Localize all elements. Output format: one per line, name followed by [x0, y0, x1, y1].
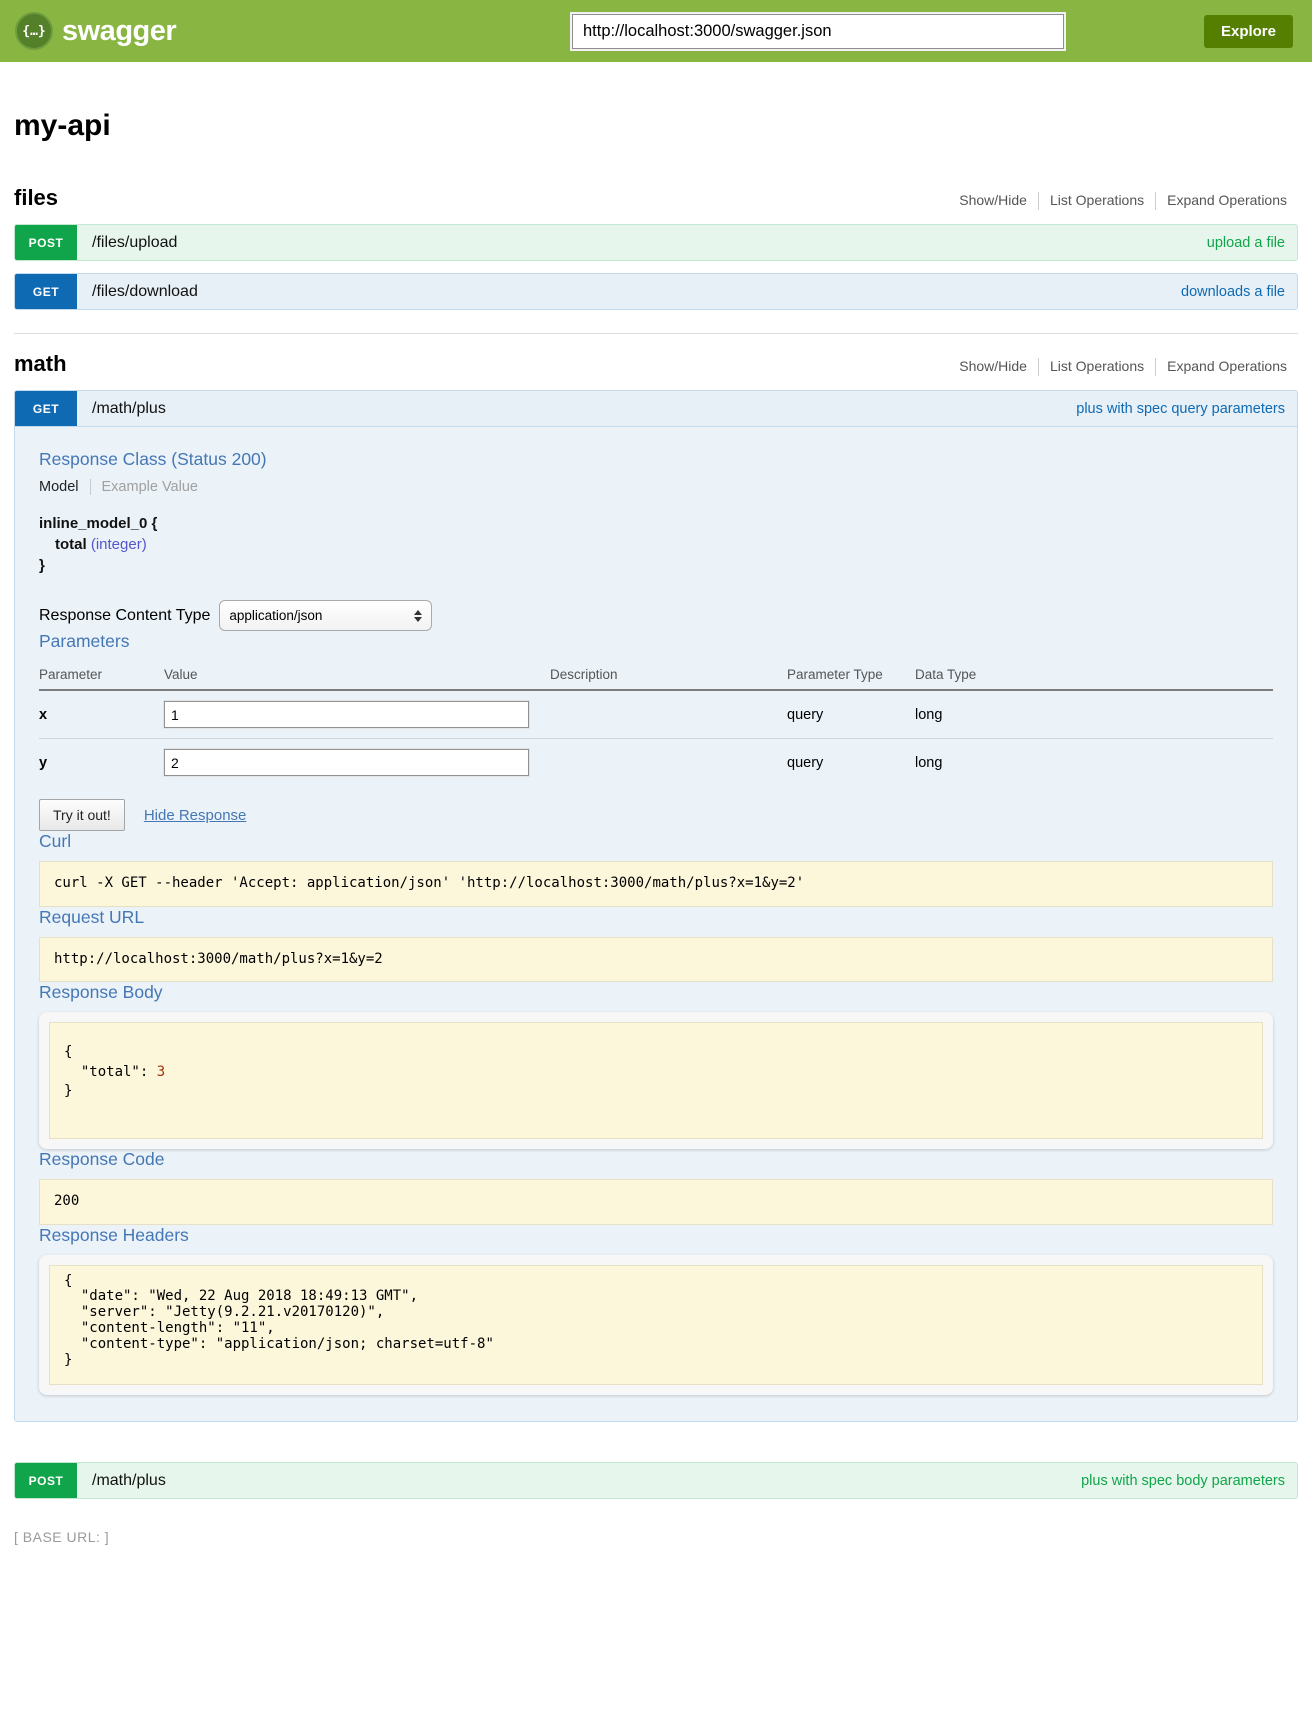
- operation-path-link[interactable]: /math/plus: [92, 400, 166, 418]
- json-text: }: [64, 1083, 72, 1099]
- param-description-cell: [550, 690, 787, 739]
- request-url-block: http://localhost:3000/math/plus?x=1&y=2: [39, 937, 1273, 983]
- list-operations-link[interactable]: List Operations: [1050, 192, 1144, 208]
- response-body-container: { "total": 3 }: [39, 1012, 1273, 1149]
- method-badge: POST: [15, 225, 77, 260]
- model-close: }: [39, 557, 1273, 574]
- method-badge: GET: [15, 274, 77, 309]
- page-title: my-api: [14, 109, 1298, 143]
- operation-heading[interactable]: GET /math/plus plus with spec query para…: [14, 390, 1298, 427]
- explore-button[interactable]: Explore: [1204, 15, 1293, 48]
- method-badge: GET: [15, 391, 77, 426]
- base-url-label: [ BASE URL: ]: [14, 1529, 1298, 1545]
- json-text: { "total":: [64, 1044, 157, 1080]
- operation-row-post-math-plus: POST /math/plus plus with spec body para…: [14, 1462, 1298, 1499]
- parameter-row-y: y query long: [39, 739, 1273, 787]
- resource-math: math Show/Hide List Operations Expand Op…: [14, 351, 1298, 1499]
- param-data-type: long: [915, 739, 1273, 787]
- parameter-row-x: x query long: [39, 690, 1273, 739]
- hide-response-link[interactable]: Hide Response: [144, 807, 247, 824]
- swagger-braces-icon: {…}: [15, 12, 53, 50]
- try-it-out-button[interactable]: Try it out!: [39, 799, 125, 831]
- list-operations-link[interactable]: List Operations: [1050, 358, 1144, 374]
- model-signature: inline_model_0 { total (integer) }: [39, 515, 1273, 574]
- expand-operations-link[interactable]: Expand Operations: [1167, 358, 1287, 374]
- response-class-heading: Response Class (Status 200): [39, 449, 1273, 470]
- operation-heading[interactable]: GET /files/download downloads a file: [14, 273, 1298, 310]
- show-hide-link[interactable]: Show/Hide: [959, 358, 1027, 374]
- column-description: Description: [550, 661, 787, 690]
- param-y-value-input[interactable]: [164, 749, 529, 776]
- swagger-logo-text: swagger: [62, 15, 176, 48]
- response-code-heading: Response Code: [39, 1149, 1273, 1170]
- json-number-value: 3: [157, 1064, 165, 1080]
- param-data-type: long: [915, 690, 1273, 739]
- page-content: my-api files Show/Hide List Operations E…: [0, 109, 1312, 1579]
- response-body-block: { "total": 3 }: [49, 1022, 1263, 1139]
- curl-heading: Curl: [39, 831, 1273, 852]
- param-description-cell: [550, 739, 787, 787]
- show-hide-link[interactable]: Show/Hide: [959, 192, 1027, 208]
- column-data-type: Data Type: [915, 661, 1273, 690]
- method-badge: POST: [15, 1463, 77, 1498]
- expand-operations-link[interactable]: Expand Operations: [1167, 192, 1287, 208]
- model-tabs: Model Example Value: [39, 479, 1273, 495]
- parameters-header-row: Parameter Value Description Parameter Ty…: [39, 661, 1273, 690]
- tab-example-value[interactable]: Example Value: [91, 479, 198, 495]
- operation-row-get-files-download: GET /files/download downloads a file: [14, 273, 1298, 310]
- response-content-type-select[interactable]: application/json: [219, 600, 432, 631]
- model-property-type: (integer): [91, 536, 147, 553]
- parameters-heading: Parameters: [39, 631, 1273, 652]
- column-value: Value: [164, 661, 550, 690]
- column-parameter-type: Parameter Type: [787, 661, 915, 690]
- param-type: query: [787, 739, 915, 787]
- column-parameter: Parameter: [39, 661, 164, 690]
- operation-heading[interactable]: POST /math/plus plus with spec body para…: [14, 1462, 1298, 1499]
- operation-path-link[interactable]: /files/upload: [92, 234, 177, 252]
- parameters-table: Parameter Value Description Parameter Ty…: [39, 661, 1273, 786]
- model-property-name: total: [55, 536, 87, 553]
- operation-heading[interactable]: POST /files/upload upload a file: [14, 224, 1298, 261]
- operation-path-link[interactable]: /math/plus: [92, 1472, 166, 1490]
- resource-title-math[interactable]: math: [14, 351, 67, 376]
- resource-files: files Show/Hide List Operations Expand O…: [14, 185, 1298, 310]
- swagger-logo[interactable]: {…} swagger: [15, 12, 176, 50]
- section-divider: [14, 333, 1298, 334]
- param-name: x: [39, 690, 164, 739]
- operation-row-post-files-upload: POST /files/upload upload a file: [14, 224, 1298, 261]
- page-bottom-spacer: [14, 1545, 1298, 1579]
- top-header-bar: {…} swagger Explore: [0, 0, 1312, 62]
- model-open: inline_model_0 {: [39, 515, 1273, 532]
- curl-command-block: curl -X GET --header 'Accept: applicatio…: [39, 861, 1273, 907]
- select-arrows-icon: [414, 610, 422, 622]
- param-type: query: [787, 690, 915, 739]
- operation-row-get-math-plus: GET /math/plus plus with spec query para…: [14, 390, 1298, 1422]
- response-headers-block: { "date": "Wed, 22 Aug 2018 18:49:13 GMT…: [49, 1265, 1263, 1386]
- response-headers-heading: Response Headers: [39, 1225, 1273, 1246]
- response-content-type-label: Response Content Type: [39, 607, 210, 625]
- swagger-url-input[interactable]: [572, 14, 1064, 49]
- operation-detail-panel: Response Class (Status 200) Model Exampl…: [14, 427, 1298, 1422]
- param-x-value-input[interactable]: [164, 701, 529, 728]
- resource-controls: Show/Hide List Operations Expand Operati…: [948, 192, 1298, 210]
- response-body-heading: Response Body: [39, 982, 1273, 1003]
- selected-content-type: application/json: [229, 608, 322, 623]
- request-url-heading: Request URL: [39, 907, 1273, 928]
- operation-summary: plus with spec body parameters: [1081, 1473, 1285, 1489]
- resource-controls: Show/Hide List Operations Expand Operati…: [948, 358, 1298, 376]
- tab-model[interactable]: Model: [39, 479, 91, 495]
- operation-summary: downloads a file: [1181, 284, 1285, 300]
- response-headers-container: { "date": "Wed, 22 Aug 2018 18:49:13 GMT…: [39, 1255, 1273, 1396]
- resource-title-files[interactable]: files: [14, 185, 58, 210]
- operation-summary: upload a file: [1207, 235, 1285, 251]
- operation-path-link[interactable]: /files/download: [92, 283, 198, 301]
- operation-summary: plus with spec query parameters: [1076, 401, 1285, 417]
- param-name: y: [39, 739, 164, 787]
- response-code-block: 200: [39, 1179, 1273, 1225]
